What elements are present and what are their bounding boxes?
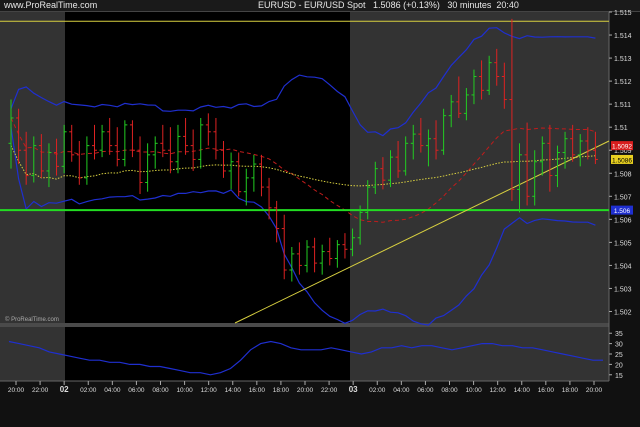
chart-watermark: © ProRealTime.com bbox=[5, 317, 59, 323]
time-tick-label: 22:00 bbox=[321, 387, 338, 394]
time-tick-label: 14:00 bbox=[514, 387, 531, 394]
indicator-tick-label: 15 bbox=[615, 373, 623, 380]
price-tick-label: 1.511 bbox=[614, 102, 631, 109]
price-tick-label: 1.512 bbox=[614, 79, 632, 86]
support-level-tag: 1.506 bbox=[614, 208, 631, 215]
price-tick-label: 1.51 bbox=[614, 125, 628, 132]
price-tick-label: 1.503 bbox=[614, 286, 632, 293]
time-tick-label: 02:00 bbox=[369, 387, 386, 394]
price-tick-label: 1.514 bbox=[614, 33, 632, 40]
price-tick-label: 1.508 bbox=[614, 171, 632, 178]
time-tick-label: 04:00 bbox=[104, 387, 121, 394]
time-tick-label: 10:00 bbox=[465, 387, 482, 394]
time-tick-label: 20:00 bbox=[8, 387, 25, 394]
time-tick-label: 18:00 bbox=[562, 387, 579, 394]
time-tick-label: 16:00 bbox=[538, 387, 555, 394]
time-tick-label: 20:00 bbox=[586, 387, 603, 394]
time-tick-label: 12:00 bbox=[201, 387, 218, 394]
time-tick-label: 18:00 bbox=[273, 387, 290, 394]
price-tick-label: 1.505 bbox=[614, 240, 632, 247]
time-tick-label: 06:00 bbox=[128, 387, 145, 394]
current-price-tag: 1.5086 bbox=[612, 157, 632, 164]
price-tick-label: 1.506 bbox=[614, 217, 632, 224]
price-tick-label: 1.504 bbox=[614, 263, 632, 270]
time-tick-label: 16:00 bbox=[249, 387, 266, 394]
price-tick-label: 1.502 bbox=[614, 309, 632, 316]
time-tick-label: 08:00 bbox=[441, 387, 458, 394]
session-shade-right bbox=[350, 12, 609, 323]
price-tick-label: 1.515 bbox=[614, 10, 632, 17]
indicator-tick-label: 30 bbox=[615, 342, 623, 349]
time-tick-label: 02:00 bbox=[80, 387, 97, 394]
indicator-shade-right bbox=[350, 327, 609, 381]
price-tick-label: 1.513 bbox=[614, 56, 632, 63]
price-tick-label: 1.507 bbox=[614, 194, 632, 201]
time-tick-label: 12:00 bbox=[490, 387, 507, 394]
panel-separator bbox=[0, 323, 640, 327]
time-tick-label: 10:00 bbox=[176, 387, 193, 394]
time-tick-label: 02 bbox=[60, 385, 69, 394]
price-chart[interactable]: 1.5151.5141.5131.5121.5111.511.5091.5081… bbox=[0, 0, 640, 427]
time-tick-label: 03 bbox=[349, 385, 358, 394]
time-tick-label: 14:00 bbox=[225, 387, 242, 394]
indicator-tick-label: 20 bbox=[615, 362, 623, 369]
time-tick-label: 04:00 bbox=[393, 387, 410, 394]
time-tick-label: 08:00 bbox=[152, 387, 169, 394]
indicator-tick-label: 35 bbox=[615, 331, 623, 338]
time-tick-label: 22:00 bbox=[32, 387, 49, 394]
last-close-tag: 1.5092 bbox=[612, 144, 632, 151]
session-shade-left bbox=[0, 12, 65, 323]
indicator-tick-label: 25 bbox=[615, 352, 623, 359]
time-tick-label: 20:00 bbox=[297, 387, 314, 394]
indicator-shade-left bbox=[0, 327, 65, 381]
time-tick-label: 06:00 bbox=[417, 387, 434, 394]
